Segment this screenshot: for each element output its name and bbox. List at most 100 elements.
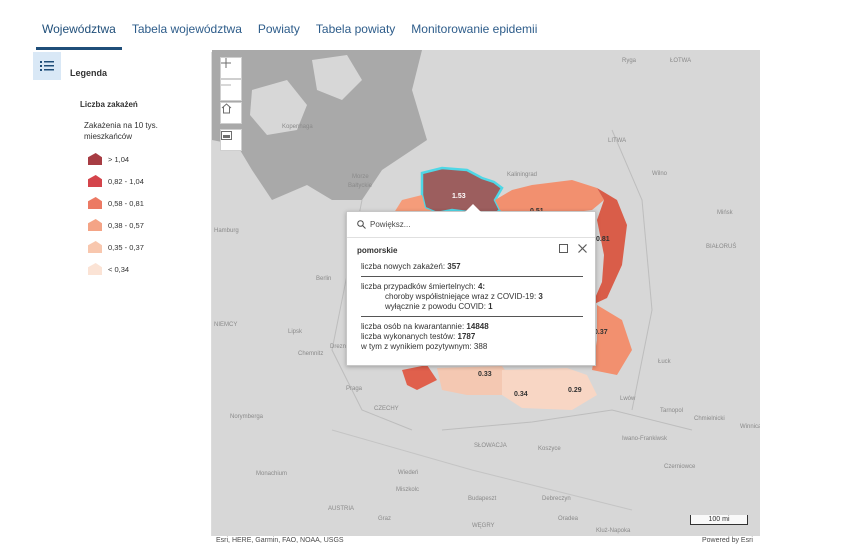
tab-powiaty[interactable]: Powiaty [252, 22, 306, 50]
legend-item: 0,82 - 1,04 [88, 170, 144, 192]
legend-subtitle: Zakażenia na 10 tys. mieszkańców [84, 121, 158, 141]
quarantine-row: liczba osób na kwarantannie: 14848 [361, 322, 583, 332]
place-label: CZECHY [374, 406, 399, 412]
place-label: Winnica [740, 424, 760, 430]
zoom-to-button[interactable]: Powiększ... [347, 212, 595, 238]
place-label: Morze [352, 174, 369, 180]
popup-title: pomorskie [357, 245, 398, 255]
place-label: Kopenhaga [282, 124, 313, 130]
legend-item-label: < 0,34 [108, 264, 130, 274]
legend-item: < 0,34 [88, 258, 144, 280]
region-dolnoslaskie [402, 365, 437, 390]
legend-item-label: 0,38 - 0,57 [108, 220, 144, 230]
legend-swatch [88, 153, 102, 165]
legend-item: 0,38 - 0,57 [88, 214, 144, 236]
legend-swatch [88, 241, 102, 253]
region-value: 0.29 [568, 387, 582, 394]
place-label: Tarnopol [660, 408, 683, 414]
place-label: Berlin [316, 276, 331, 282]
list-icon [40, 61, 54, 71]
positive-value: 388 [473, 342, 488, 351]
place-label: Graz [378, 516, 391, 522]
magnifier-icon [357, 220, 366, 229]
dock-icon[interactable] [559, 244, 568, 256]
legend-title: Legenda [70, 68, 108, 78]
border-line [441, 409, 693, 431]
covid-only-label: wyłącznie z powodu COVID: [385, 302, 486, 311]
legend-item: 0,35 - 0,37 [88, 236, 144, 258]
place-label: Łuck [658, 359, 672, 365]
region-value: 0.37 [594, 329, 608, 336]
close-icon[interactable] [578, 244, 587, 256]
place-label: Budapeszt [468, 496, 497, 502]
positive-row: w tym z wynikiem pozytywnym: 388 [361, 342, 583, 352]
legend-layer-title: Liczba zakażeń [80, 100, 138, 109]
comorbidity-label: choroby współistniejące wraz z COVID-19: [385, 292, 537, 301]
home-button[interactable] [220, 102, 242, 124]
popup-body: liczba nowych zakażeń: 357 liczba przypa… [347, 256, 595, 352]
tab-tabela-wojewodztwa[interactable]: Tabela województwa [126, 22, 248, 50]
zoom-out-button[interactable] [220, 79, 242, 101]
legend-item-label: 0,58 - 0,81 [108, 198, 144, 208]
minus-icon [221, 84, 231, 86]
legend-swatch [88, 263, 102, 275]
place-label: Kluż-Napoka [596, 528, 631, 534]
new-cases-label: liczba nowych zakażeń: [361, 262, 446, 271]
place-label: Iwano-Frankiwsk [622, 436, 668, 442]
region-malopolskie [502, 368, 597, 410]
place-label: ŁOTWA [670, 58, 691, 64]
place-label: Lwów [620, 396, 636, 402]
covid-only-value: 1 [488, 302, 493, 311]
comorbidity-value: 3 [538, 292, 543, 301]
covid-only-row: wyłącznie z powodu COVID: 1 [361, 302, 583, 312]
tab-tabela-powiaty[interactable]: Tabela powiaty [310, 22, 401, 50]
tests-label: liczba wykonanych testów: [361, 332, 456, 341]
legend-item: 0,58 - 0,81 [88, 192, 144, 214]
quarantine-value: 14848 [466, 322, 489, 331]
tab-wojewodztwa[interactable]: Województwa [36, 22, 122, 50]
divider [361, 276, 583, 277]
region-value: 0.81 [596, 236, 610, 243]
place-label: Miszkolc [396, 487, 419, 493]
place-label: Oradea [558, 516, 579, 522]
legend-swatch [88, 197, 102, 209]
place-label: Ryga [622, 58, 637, 64]
place-label: Mińsk [717, 210, 734, 216]
scale-bar: 100 mi [690, 515, 748, 525]
place-label: SŁOWACJA [474, 443, 507, 449]
comorbidity-row: choroby współistniejące wraz z COVID-19:… [361, 292, 583, 302]
place-label: Chemnitz [298, 351, 323, 357]
new-cases-value: 357 [447, 262, 461, 271]
tab-monitorowanie-epidemii[interactable]: Monitorowanie epidemii [405, 22, 543, 50]
place-label: Hamburg [214, 228, 239, 234]
tests-value: 1787 [457, 332, 476, 341]
powered-by-label[interactable]: Powered by Esri [702, 537, 753, 544]
home-icon [221, 103, 232, 114]
place-label: Praga [346, 386, 363, 392]
place-label: Koszyce [538, 446, 561, 452]
zoom-in-button[interactable] [220, 57, 242, 79]
legend-item-label: 0,35 - 0,37 [108, 242, 144, 252]
feature-popup: Powiększ... pomorskie liczba nowych zaka… [346, 204, 596, 366]
deaths-label: liczba przypadków śmiertelnych: [361, 282, 476, 291]
place-label: Debreczyn [542, 496, 571, 502]
place-label: WĘGRY [472, 523, 495, 529]
legend-item-label: > 1,04 [108, 154, 130, 164]
deaths-row: liczba przypadków śmiertelnych: 4: [361, 282, 583, 292]
legend-item: > 1,04 [88, 148, 144, 170]
basemap-gallery-button[interactable] [220, 129, 242, 151]
place-label: Chmielnicki [694, 416, 725, 422]
deaths-value: 4: [477, 282, 486, 291]
legend-items: > 1,04 0,82 - 1,04 0,58 - 0,81 0,38 - 0,… [88, 148, 144, 280]
place-label: Monachium [256, 471, 287, 477]
divider [361, 316, 583, 317]
legend-swatch [88, 219, 102, 231]
legend-toggle-button[interactable] [33, 52, 61, 80]
place-label: LITWA [608, 138, 626, 144]
place-label: Wilno [652, 171, 668, 177]
region-value: 0.33 [478, 371, 492, 378]
plus-icon [221, 58, 231, 68]
popup-actions [559, 244, 587, 256]
positive-label: w tym z wynikiem pozytywnym: [361, 342, 472, 351]
region-value: 1.53 [452, 193, 466, 200]
